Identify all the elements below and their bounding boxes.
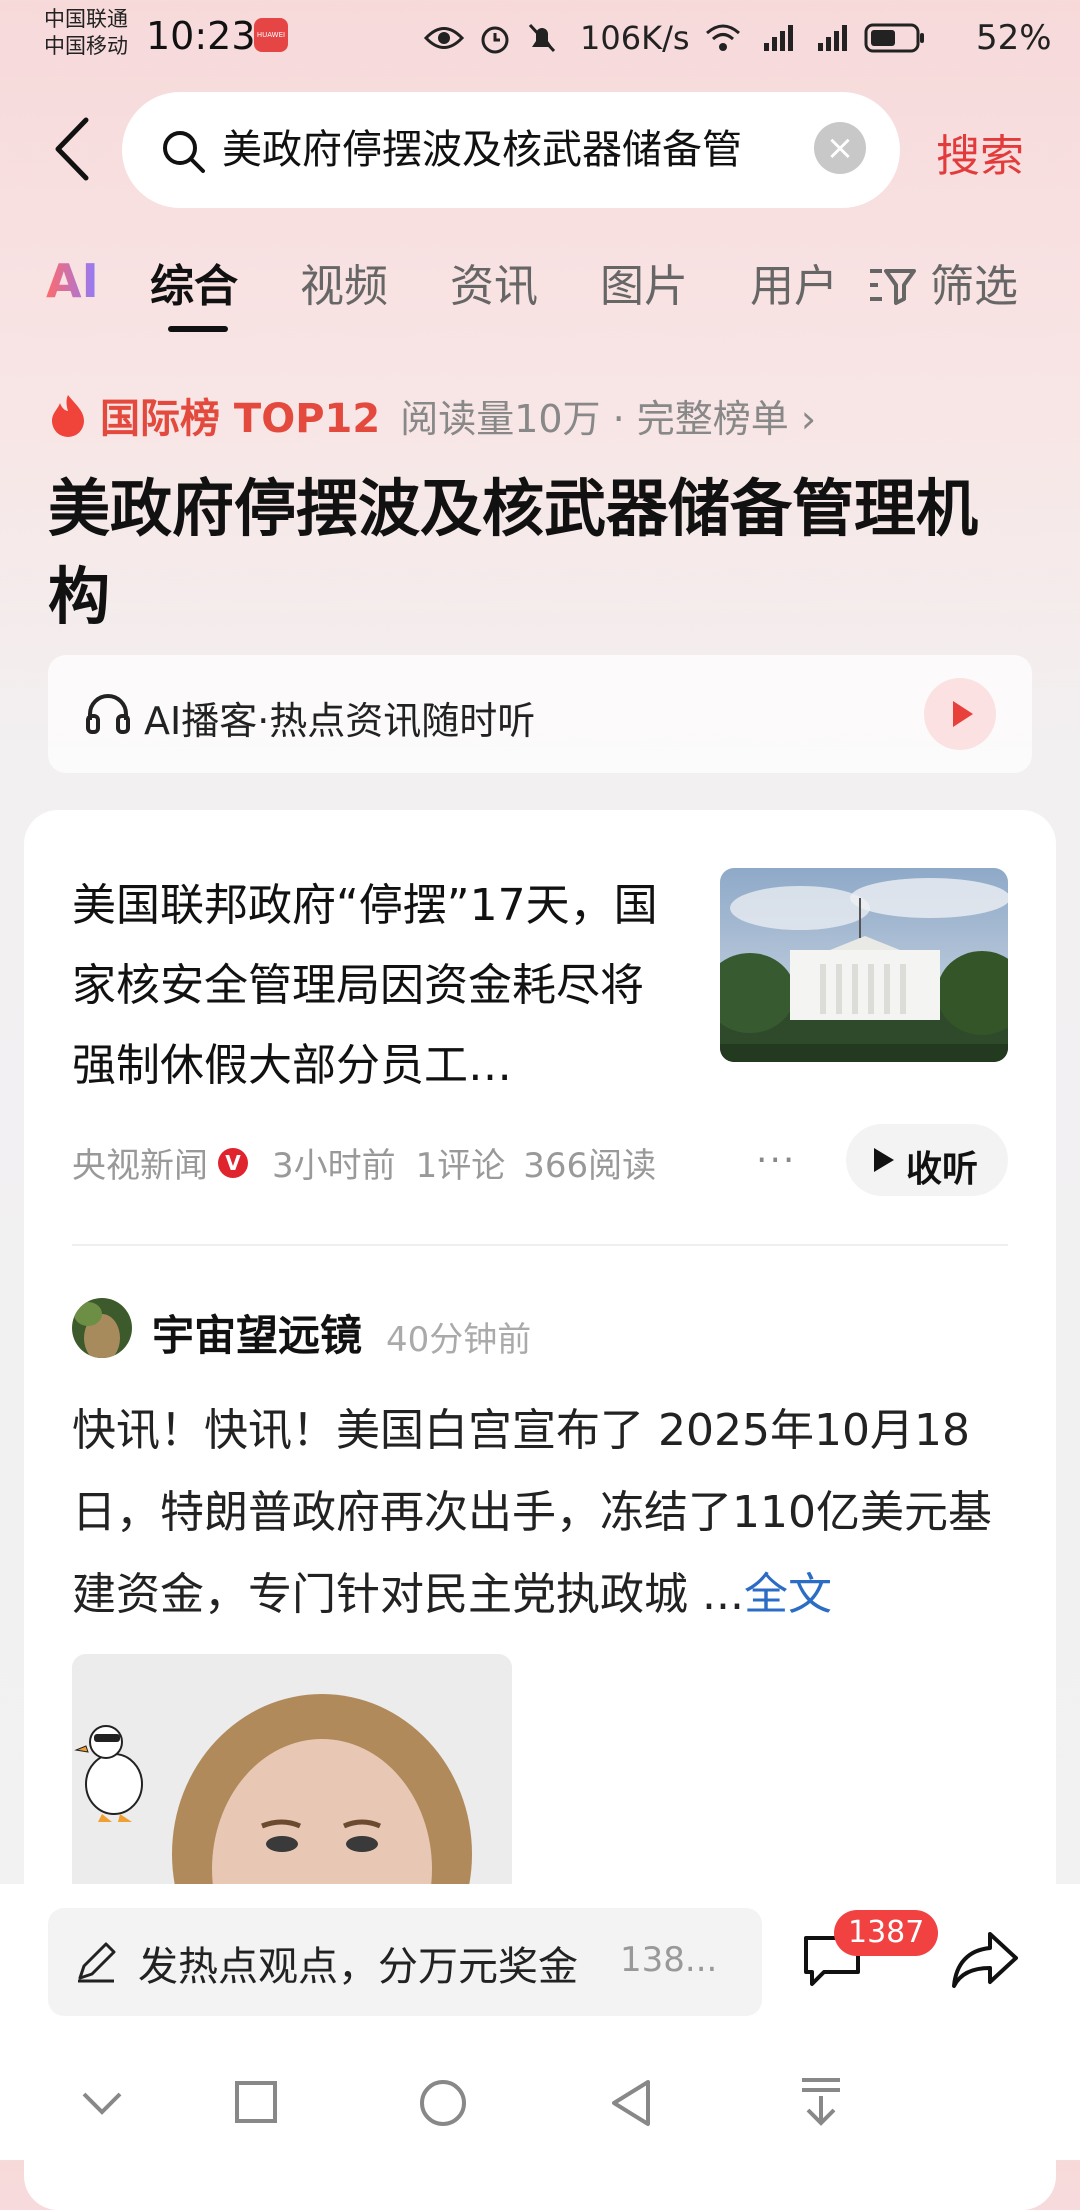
filter-button[interactable]: 筛选	[868, 250, 1018, 314]
news-time: 3小时前	[272, 1146, 396, 1186]
news-source[interactable]: 央视新闻	[72, 1138, 208, 1187]
news-headline[interactable]: 美国联邦政府“停摆”17天，国家核安全管理局因资金耗尽将强制休假大部分员工…	[72, 866, 672, 1106]
back-arrow-icon[interactable]	[50, 114, 98, 184]
headphones-icon	[86, 694, 130, 734]
battery-icon	[864, 23, 924, 53]
avatar-image	[72, 1298, 132, 1358]
search-button[interactable]: 搜索	[936, 120, 1024, 184]
rank-label: 国际榜 TOP12	[100, 396, 381, 442]
divider	[72, 1244, 1008, 1246]
avatar[interactable]	[72, 1298, 132, 1358]
tab-video[interactable]: 视频	[300, 250, 388, 314]
signal-icon-1	[763, 25, 793, 51]
news-meta: 央视新闻 V 3小时前 1评论 366阅读	[72, 1138, 656, 1187]
battery-percent: 52%	[976, 18, 1052, 58]
read-full-link[interactable]: 全文	[744, 1569, 832, 1620]
alarm-icon	[481, 26, 509, 54]
author-name[interactable]: 宇宙望远镜	[152, 1302, 362, 1363]
active-tab-indicator	[168, 326, 228, 332]
page-title: 美政府停摆波及核武器储备管理机构	[48, 472, 979, 633]
share-icon[interactable]	[950, 1928, 1020, 1990]
mute-bell-icon	[528, 23, 556, 53]
carrier-2: 中国移动	[44, 34, 128, 58]
net-speed: 106K/s	[580, 19, 690, 57]
news-thumbnail[interactable]	[720, 868, 1008, 1062]
carrier-1: 中国联通	[44, 7, 128, 31]
back-nav-icon[interactable]	[608, 2078, 654, 2128]
tab-bar: 综合 视频 资讯 图片 用户 筛选	[0, 250, 1080, 340]
tab-images[interactable]: 图片	[600, 250, 688, 314]
eye-icon	[424, 27, 464, 49]
signal-icon-2	[817, 25, 847, 51]
play-icon	[953, 701, 973, 727]
system-nav-bar	[0, 2060, 1080, 2160]
wifi-icon	[705, 24, 740, 51]
news-reads: 366阅读	[523, 1146, 657, 1186]
comment-placeholder: 发热点观点，分万元奖金	[138, 1944, 578, 1990]
chevron-down-icon[interactable]	[80, 2088, 124, 2118]
carrier-labels: 中国联通 中国移动	[44, 6, 128, 60]
status-icons: 106K/s	[424, 18, 926, 58]
post-time: 40分钟前	[386, 1320, 532, 1360]
status-bar: 中国联通 中国移动 10:23 HUAWEI 106K/s 52%	[0, 0, 1080, 80]
more-options-icon[interactable]: ···	[756, 1140, 796, 1181]
flame-icon	[52, 395, 84, 437]
clock: 10:23	[146, 14, 256, 58]
huawei-app-icon: HUAWEI	[254, 18, 288, 52]
tab-users[interactable]: 用户	[750, 250, 838, 314]
podcast-label: AI播客·热点资讯随时听	[144, 699, 536, 743]
search-input[interactable]: 美政府停摆波及核武器储备管	[222, 120, 782, 180]
search-icon	[163, 131, 205, 173]
comment-hint: 138...	[620, 1940, 718, 1980]
portrait-image	[72, 1654, 512, 1884]
clear-search-button[interactable]: ×	[814, 122, 866, 174]
hot-rank-row[interactable]: 国际榜 TOP12 阅读量10万 · 完整榜单 ›	[50, 385, 816, 445]
pen-icon	[78, 1942, 116, 1983]
verified-badge-icon: V	[218, 1147, 248, 1178]
filter-label: 筛选	[930, 261, 1018, 312]
listen-label: 收听	[906, 1149, 979, 1190]
white-house-image	[720, 868, 1008, 1062]
notification-pull-icon[interactable]	[798, 2076, 844, 2128]
post-body[interactable]: 快讯！快讯！美国白宫宣布了 2025年10月18日，特朗普政府再次出手，冻结了1…	[72, 1390, 1012, 1636]
comment-count-badge: 1387	[834, 1910, 939, 1956]
post-text: 快讯！快讯！美国白宫宣布了 2025年10月18日，特朗普政府再次出手，冻结了1…	[72, 1405, 992, 1620]
filter-icon	[870, 269, 916, 305]
tab-news[interactable]: 资讯	[450, 250, 538, 314]
post-image[interactable]	[72, 1654, 512, 1884]
recents-icon[interactable]	[234, 2080, 278, 2124]
home-icon[interactable]	[418, 2078, 468, 2128]
listen-play-icon	[874, 1148, 894, 1172]
podcast-play-button[interactable]	[924, 678, 996, 750]
tab-general[interactable]: 综合	[150, 250, 238, 314]
rank-meta[interactable]: 阅读量10万 · 完整榜单 ›	[400, 388, 816, 443]
news-comments: 1评论	[415, 1146, 506, 1186]
